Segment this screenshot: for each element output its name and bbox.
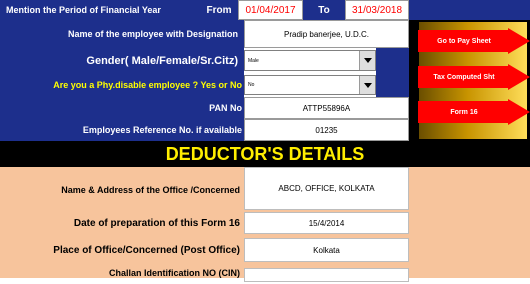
disable-label: Are you a Phy.disable employee ? Yes or … xyxy=(0,73,244,97)
date-label: Date of preparation of this Form 16 xyxy=(73,217,240,229)
go-to-pay-sheet-label[interactable]: Go to Pay Sheet xyxy=(418,30,510,52)
period-label: Mention the Period of Financial Year xyxy=(0,0,200,20)
reference-label: Employees Reference No. if available xyxy=(0,119,244,141)
office-field[interactable]: ABCD, OFFICE, KOLKATA xyxy=(244,167,409,210)
to-date-field[interactable]: 31/03/2018 xyxy=(345,0,409,20)
gender-select[interactable]: Male xyxy=(244,50,376,71)
office-label: Name & Address of the Office /Concerned xyxy=(61,185,240,195)
from-label: From xyxy=(200,0,238,20)
gender-select-value: Male xyxy=(248,57,259,64)
disable-select-value: No xyxy=(248,82,255,88)
deductor-title: DEDUCTOR'S DETAILS xyxy=(0,141,530,167)
challan-field[interactable] xyxy=(244,268,409,282)
to-label: To xyxy=(303,0,345,20)
chevron-down-icon[interactable] xyxy=(359,76,375,94)
date-field[interactable]: 15/4/2014 xyxy=(244,212,409,234)
pan-field[interactable]: ATTP55896A xyxy=(244,97,409,119)
employee-name-label: Name of the employee with Designation xyxy=(0,20,244,48)
reference-field[interactable]: 01235 xyxy=(244,119,409,141)
employee-name-field[interactable]: Pradip banerjee, U.D.C. xyxy=(244,20,409,48)
gender-label: Gender( Male/Female/Sr.Citz) xyxy=(0,48,244,73)
form16-label[interactable]: Form 16 xyxy=(418,101,510,123)
header-right-filler xyxy=(409,0,530,20)
pan-label: PAN No xyxy=(0,97,244,119)
gender-filler xyxy=(376,48,409,73)
from-date-field[interactable]: 01/04/2017 xyxy=(238,0,303,20)
disable-filler xyxy=(376,73,409,97)
chevron-down-icon[interactable] xyxy=(359,51,375,70)
tax-computed-label[interactable]: Tax Computed Sht xyxy=(418,66,510,88)
disable-select[interactable]: No xyxy=(244,75,376,95)
place-label: Place of Office/Concerned (Post Office) xyxy=(53,244,240,256)
place-field[interactable]: Kolkata xyxy=(244,238,409,262)
challan-label: Challan Identification NO (CIN) xyxy=(108,268,240,278)
